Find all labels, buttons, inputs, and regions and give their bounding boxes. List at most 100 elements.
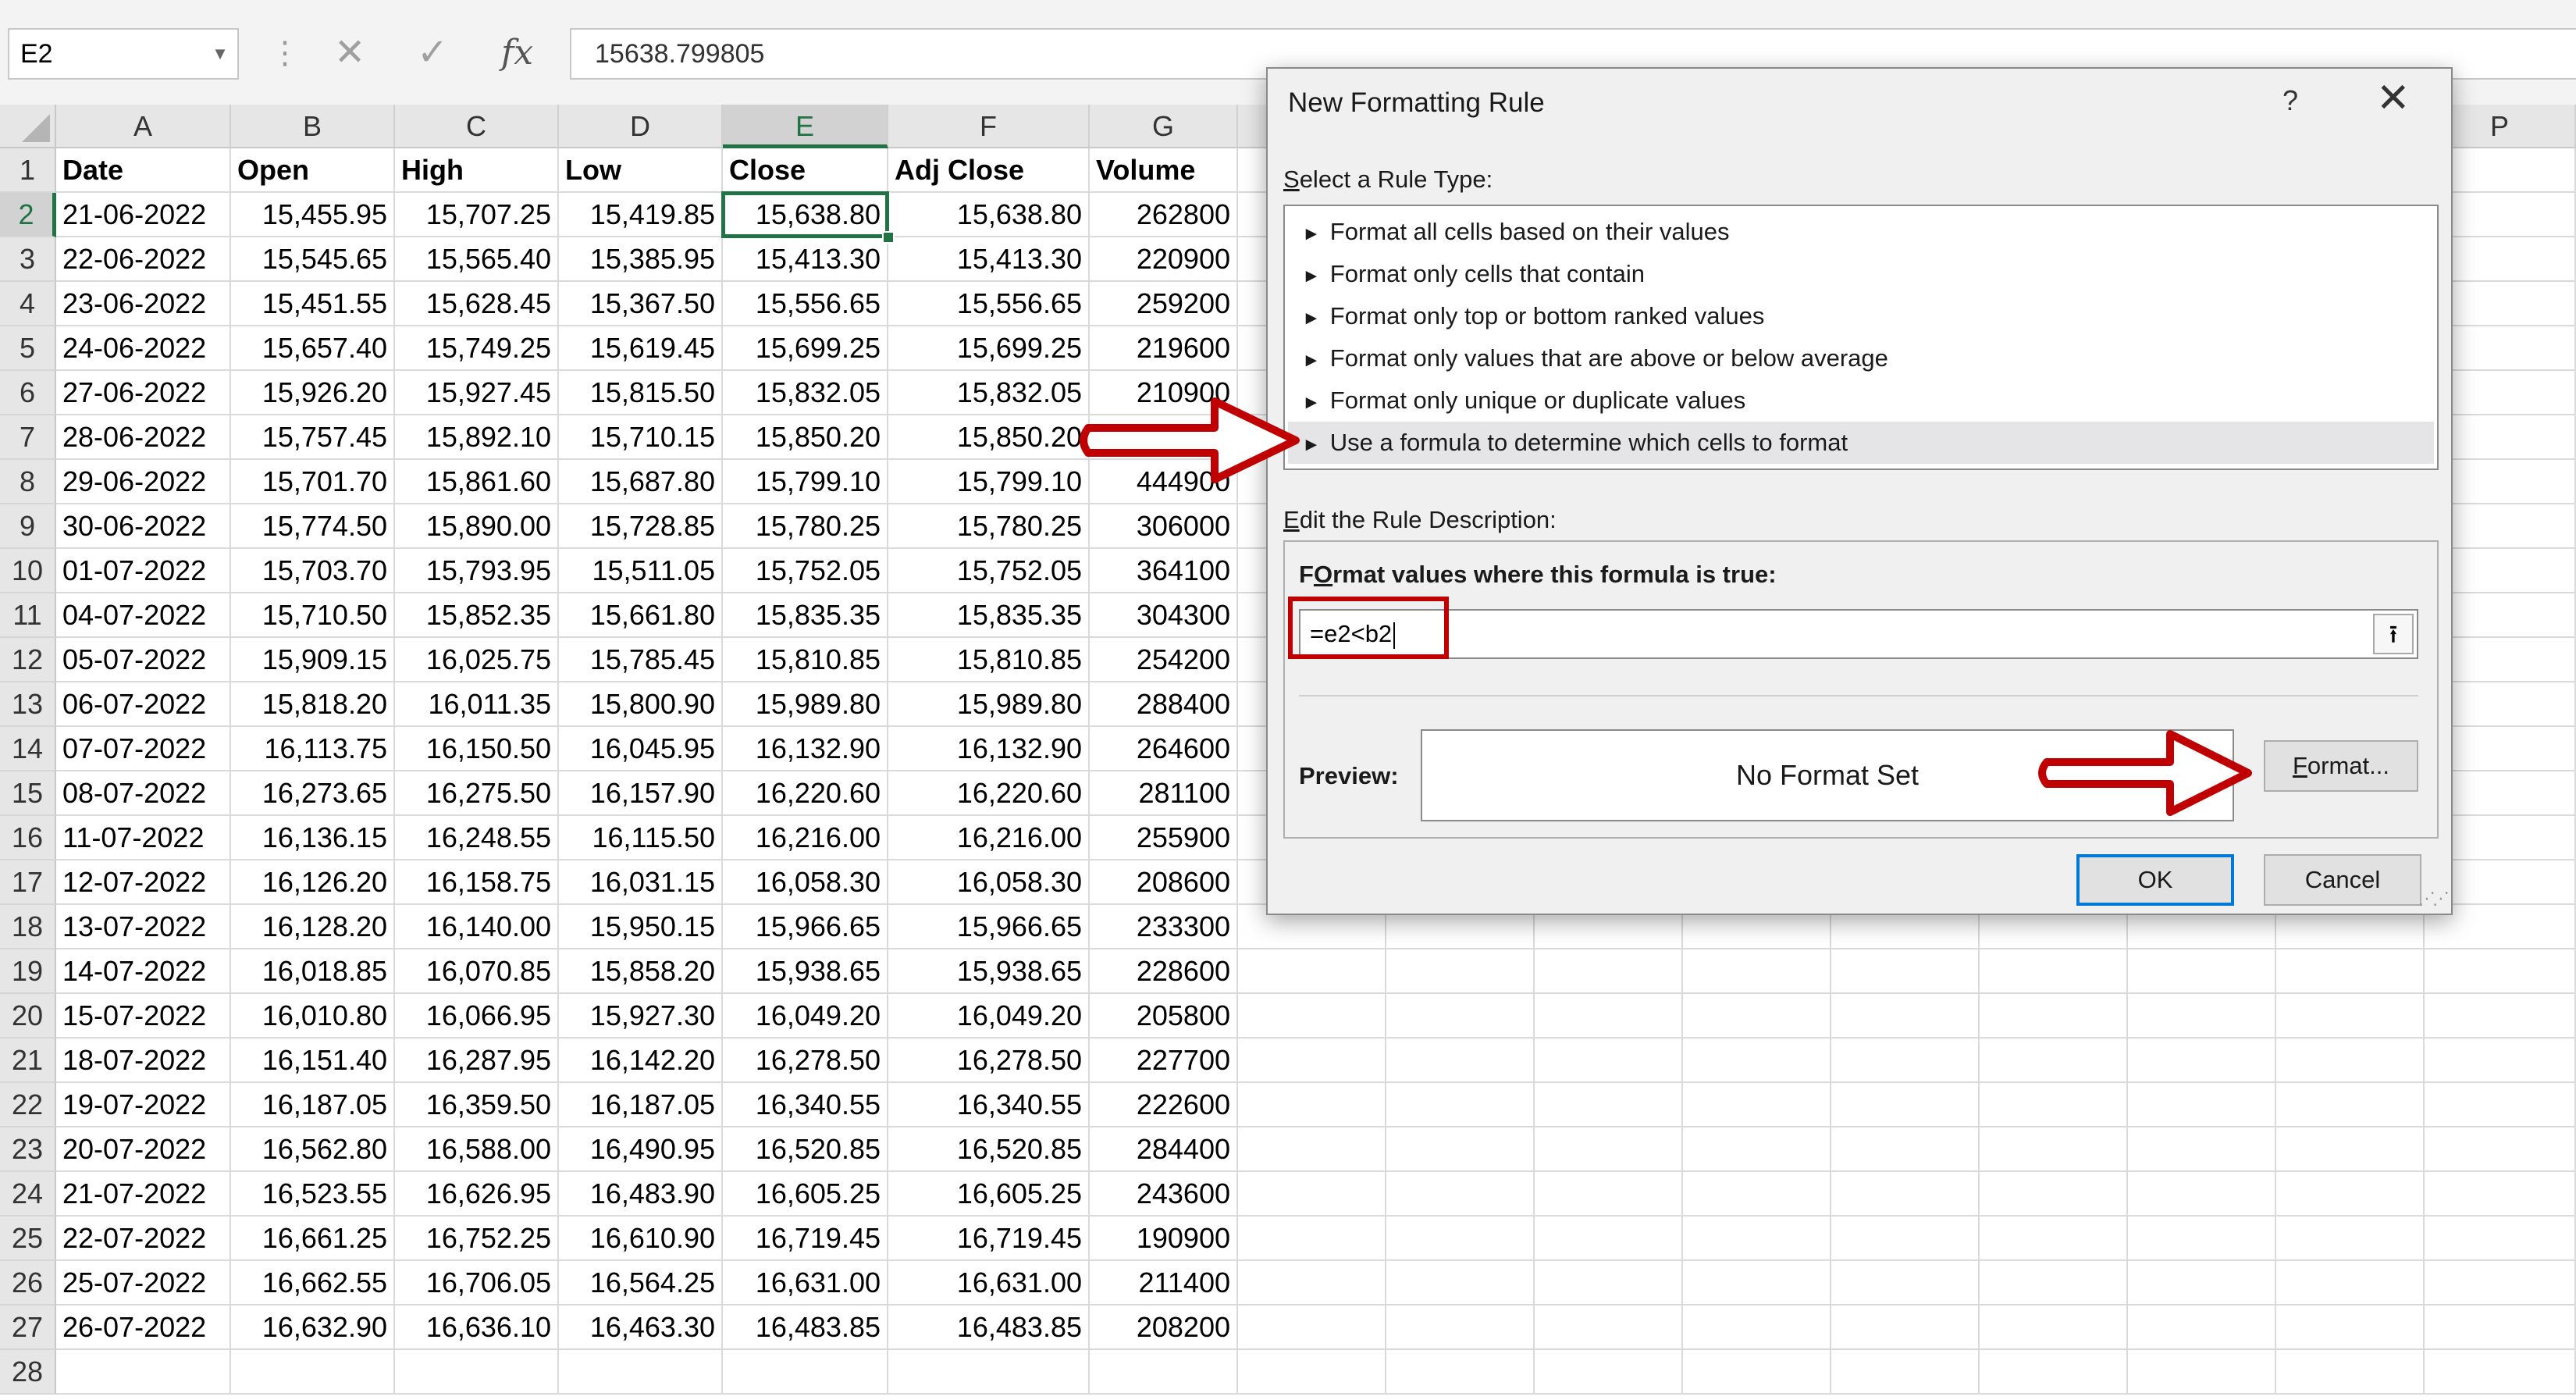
row-header-25[interactable]: 25 [0,1217,56,1261]
grid-cell[interactable]: 15,699.25 [888,326,1090,371]
column-header-b[interactable]: B [231,105,395,148]
grid-cell[interactable]: 15,832.05 [888,371,1090,415]
grid-cell[interactable]: 227700 [1090,1038,1238,1083]
grid-cell[interactable]: 15,835.35 [888,593,1090,638]
grid-cell[interactable]: 15,638.80 [723,193,888,237]
grid-cell[interactable] [1683,994,1831,1038]
grid-cell[interactable]: 15,810.85 [888,638,1090,682]
ok-button[interactable]: OK [2076,854,2234,906]
row-header-22[interactable]: 22 [0,1083,56,1127]
grid-cell[interactable]: 16,031.15 [559,860,723,905]
grid-cell[interactable]: 16,520.85 [723,1127,888,1172]
grid-cell[interactable]: 16,490.95 [559,1127,723,1172]
grid-cell[interactable] [559,1350,723,1395]
grid-cell[interactable] [1980,1350,2128,1395]
grid-cell[interactable] [1980,1172,2128,1217]
grid-cell[interactable]: 16,275.50 [395,771,559,816]
grid-cell[interactable] [2425,1127,2576,1172]
grid-cell[interactable] [2276,994,2425,1038]
grid-cell[interactable]: 15,703.70 [231,549,395,593]
rule-type-item[interactable]: ► Format all cells based on their values [1288,211,2434,253]
grid-cell[interactable] [1386,1038,1535,1083]
grid-cell[interactable]: 16,719.45 [723,1217,888,1261]
grid-cell[interactable] [231,1350,395,1395]
grid-cell[interactable]: 16,661.25 [231,1217,395,1261]
grid-cell[interactable]: 233300 [1090,905,1238,949]
grid-cell[interactable]: 16,011.35 [395,682,559,727]
grid-cell[interactable]: 08-07-2022 [56,771,231,816]
grid-cell[interactable]: 15,989.80 [888,682,1090,727]
grid-cell[interactable] [1980,1127,2128,1172]
grid-cell[interactable] [2276,949,2425,994]
insert-function-icon[interactable]: fx [501,31,533,75]
grid-cell[interactable] [1535,1217,1683,1261]
column-header-f[interactable]: F [888,105,1090,148]
grid-cell[interactable]: 306000 [1090,504,1238,549]
grid-cell[interactable]: 16,564.25 [559,1261,723,1306]
grid-cell[interactable]: 243600 [1090,1172,1238,1217]
header-cell[interactable]: Volume [1090,148,1238,193]
select-all-button[interactable] [0,105,56,148]
grid-cell[interactable] [2425,1350,2576,1395]
row-header-19[interactable]: 19 [0,949,56,994]
grid-cell[interactable] [2128,949,2276,994]
grid-cell[interactable] [1535,949,1683,994]
grid-cell[interactable]: 15,657.40 [231,326,395,371]
grid-cell[interactable]: 16,045.95 [559,727,723,771]
grid-cell[interactable] [1535,1172,1683,1217]
grid-cell[interactable]: 15,858.20 [559,949,723,994]
grid-cell[interactable]: 15,455.95 [231,193,395,237]
grid-cell[interactable] [1386,1217,1535,1261]
grid-cell[interactable]: 16,483.85 [723,1306,888,1350]
grid-cell[interactable] [1683,1350,1831,1395]
grid-cell[interactable]: 06-07-2022 [56,682,231,727]
grid-cell[interactable]: 16,140.00 [395,905,559,949]
grid-cell[interactable]: 01-07-2022 [56,549,231,593]
column-header-e[interactable]: E [723,105,888,148]
grid-cell[interactable]: 15,628.45 [395,282,559,326]
grid-cell[interactable]: 228600 [1090,949,1238,994]
rule-type-item[interactable]: ► Format only unique or duplicate values [1288,379,2434,422]
grid-cell[interactable]: 15,966.65 [888,905,1090,949]
grid-cell[interactable] [1386,1306,1535,1350]
grid-cell[interactable]: 24-06-2022 [56,326,231,371]
grid-cell[interactable] [1238,949,1386,994]
header-cell[interactable]: Close [723,148,888,193]
grid-cell[interactable]: 15,989.80 [723,682,888,727]
fill-handle[interactable] [882,231,895,244]
row-header-8[interactable]: 8 [0,460,56,504]
grid-cell[interactable] [2276,1127,2425,1172]
row-header-1[interactable]: 1 [0,148,56,193]
grid-cell[interactable]: 15,966.65 [723,905,888,949]
grid-cell[interactable] [1831,949,1980,994]
grid-cell[interactable]: 16,216.00 [888,816,1090,860]
grid-cell[interactable]: 21-06-2022 [56,193,231,237]
grid-cell[interactable]: 16,187.05 [231,1083,395,1127]
grid-cell[interactable]: 15,909.15 [231,638,395,682]
grid-cell[interactable]: 15,815.50 [559,371,723,415]
grid-cell[interactable] [1831,1083,1980,1127]
grid-cell[interactable]: 15,852.35 [395,593,559,638]
grid-cell[interactable] [1683,1306,1831,1350]
grid-cell[interactable]: 18-07-2022 [56,1038,231,1083]
row-header-6[interactable]: 6 [0,371,56,415]
grid-cell[interactable]: 16,128.20 [231,905,395,949]
collapse-dialog-icon[interactable]: ⭱ [2373,614,2414,654]
grid-cell[interactable]: 262800 [1090,193,1238,237]
row-header-21[interactable]: 21 [0,1038,56,1083]
grid-cell[interactable]: 16,113.75 [231,727,395,771]
grid-cell[interactable] [1535,1350,1683,1395]
grid-cell[interactable]: 30-06-2022 [56,504,231,549]
grid-cell[interactable]: 16,216.00 [723,816,888,860]
grid-cell[interactable] [2276,1306,2425,1350]
row-header-26[interactable]: 26 [0,1261,56,1306]
grid-cell[interactable] [1535,994,1683,1038]
grid-cell[interactable] [1238,1038,1386,1083]
grid-cell[interactable]: 15-07-2022 [56,994,231,1038]
enter-icon[interactable]: ✓ [417,31,448,75]
grid-cell[interactable] [2276,1261,2425,1306]
cancel-button[interactable]: Cancel [2264,854,2421,906]
row-header-27[interactable]: 27 [0,1306,56,1350]
grid-cell[interactable]: 15,638.80 [888,193,1090,237]
grid-cell[interactable] [1535,1083,1683,1127]
